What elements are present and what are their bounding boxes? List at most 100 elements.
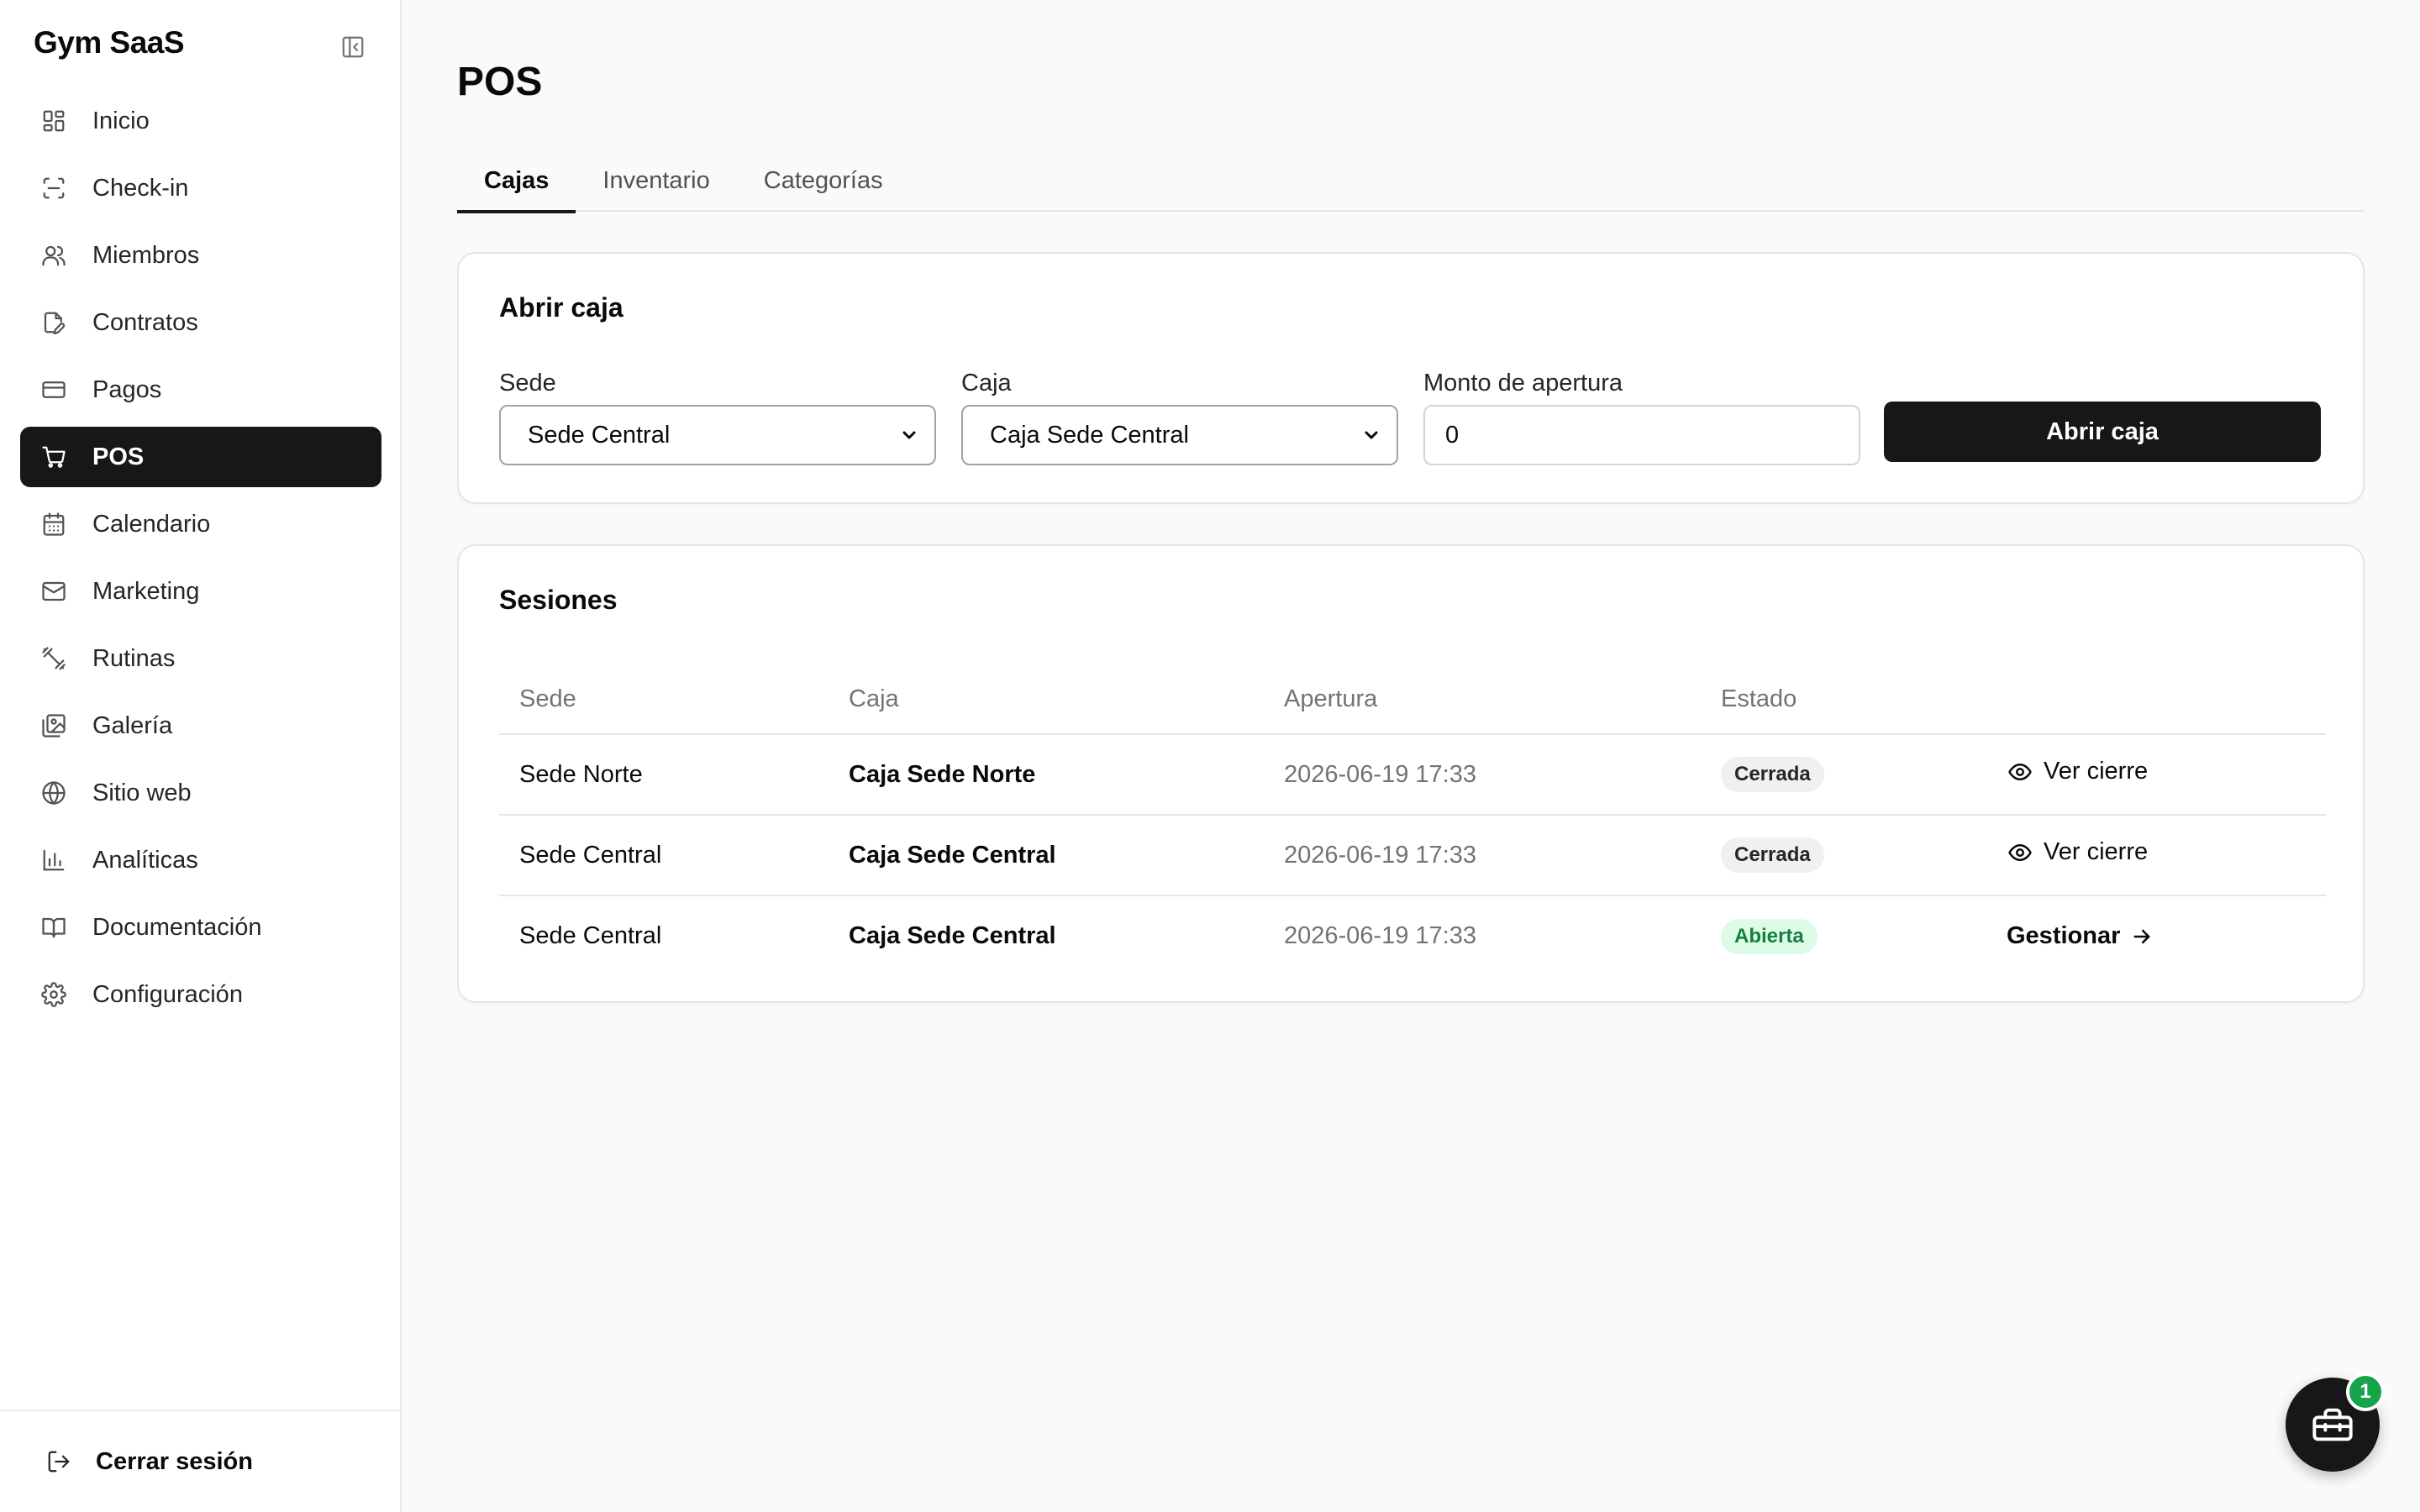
status-badge: Cerrada <box>1721 837 1824 873</box>
calendar-icon <box>40 511 67 538</box>
logout-icon <box>45 1448 72 1475</box>
sidebar-nav: Inicio Check-in Miembros Contratos Pagos… <box>20 91 381 1032</box>
main-content: POS Cajas Inventario Categorías Abrir ca… <box>402 0 2420 1512</box>
brand-title: Gym SaaS <box>34 25 185 60</box>
open-register-card: Abrir caja Sede Sede Central Caja Caja S… <box>457 252 2365 504</box>
monto-label: Monto de apertura <box>1423 370 1623 396</box>
sessions-title: Sesiones <box>499 585 618 615</box>
manage-button[interactable]: Gestionar <box>2007 922 2155 950</box>
table-row: Sede Central Caja Sede Central 2026-06-1… <box>499 895 2326 976</box>
bar-chart-icon <box>40 847 67 874</box>
collapse-sidebar-button[interactable] <box>339 34 366 60</box>
sidebar-item-contratos[interactable]: Contratos <box>20 292 381 353</box>
dumbbell-icon <box>40 645 67 672</box>
cell-action: Ver cierre <box>1986 815 2326 896</box>
sede-select-value: Sede Central <box>528 421 671 449</box>
table-header-row: Sede Caja Apertura Estado <box>499 665 2326 735</box>
cell-estado: Cerrada <box>1701 815 1986 896</box>
sidebar-item-pos[interactable]: POS <box>20 427 381 487</box>
tab-bar: Cajas Inventario Categorías <box>457 150 2365 213</box>
eye-icon <box>2007 759 2033 785</box>
cell-apertura: 2026-06-19 17:33 <box>1264 815 1701 896</box>
sidebar-item-pagos[interactable]: Pagos <box>20 360 381 420</box>
sidebar-item-label: Contratos <box>92 308 198 336</box>
view-closing-button[interactable]: Ver cierre <box>2007 838 2148 866</box>
sidebar-item-label: Check-in <box>92 174 189 202</box>
globe-icon <box>40 780 67 806</box>
sidebar-item-analiticas[interactable]: Analíticas <box>20 830 381 890</box>
action-label: Ver cierre <box>2044 758 2149 785</box>
sidebar-item-label: Documentación <box>92 913 262 941</box>
cell-action: Ver cierre <box>1986 734 2326 816</box>
sidebar-item-label: POS <box>92 443 145 470</box>
sidebar-item-label: Miembros <box>92 241 200 269</box>
sidebar-item-inicio[interactable]: Inicio <box>20 91 381 151</box>
monto-input-value: 0 <box>1445 421 1460 449</box>
monto-input[interactable]: 0 <box>1423 405 1860 465</box>
gallery-icon <box>40 712 67 739</box>
toolbox-icon <box>2312 1408 2353 1441</box>
column-header-apertura: Apertura <box>1264 665 1701 735</box>
cell-apertura: 2026-06-19 17:33 <box>1264 734 1701 816</box>
view-closing-button[interactable]: Ver cierre <box>2007 758 2148 785</box>
mail-icon <box>40 578 67 605</box>
shopping-cart-icon <box>40 444 67 470</box>
tab-inventario[interactable]: Inventario <box>576 150 736 212</box>
book-icon <box>40 914 67 941</box>
sidebar-item-calendario[interactable]: Calendario <box>20 494 381 554</box>
sidebar-item-label: Configuración <box>92 980 243 1008</box>
sidebar-item-label: Analíticas <box>92 846 198 874</box>
sidebar-item-label: Rutinas <box>92 644 176 672</box>
grid-icon <box>40 108 67 134</box>
sidebar-item-galeria[interactable]: Galería <box>20 696 381 756</box>
table-row: Sede Central Caja Sede Central 2026-06-1… <box>499 815 2326 896</box>
sidebar-item-label: Calendario <box>92 510 211 538</box>
cell-estado: Abierta <box>1701 895 1986 976</box>
sidebar: Gym SaaS Inicio Check-in Miembros Contra… <box>0 0 402 1512</box>
caja-select[interactable]: Caja Sede Central <box>961 405 1398 465</box>
column-header-caja: Caja <box>829 665 1264 735</box>
notification-count-badge: 1 <box>2346 1373 2385 1411</box>
cell-action: Gestionar <box>1986 895 2326 976</box>
sede-label: Sede <box>499 370 556 396</box>
column-header-sede: Sede <box>499 665 829 735</box>
logout-button[interactable]: Cerrar sesión <box>20 1435 381 1488</box>
cell-caja: Caja Sede Central <box>829 815 1264 896</box>
sidebar-item-miembros[interactable]: Miembros <box>20 225 381 286</box>
scan-icon <box>40 175 67 202</box>
page-title: POS <box>457 60 543 104</box>
status-badge: Abierta <box>1721 918 1818 954</box>
open-register-button[interactable]: Abrir caja <box>1884 402 2321 462</box>
caja-label: Caja <box>961 370 1012 396</box>
cell-apertura: 2026-06-19 17:33 <box>1284 922 1476 949</box>
file-edit-icon <box>40 309 67 336</box>
sidebar-item-sitio-web[interactable]: Sitio web <box>20 763 381 823</box>
tab-cajas[interactable]: Cajas <box>457 150 576 213</box>
sidebar-item-label: Sitio web <box>92 779 192 806</box>
cell-caja: Caja Sede Central <box>849 922 1056 949</box>
sidebar-item-check-in[interactable]: Check-in <box>20 158 381 218</box>
table-row: Sede Norte Caja Sede Norte 2026-06-19 17… <box>499 734 2326 816</box>
users-icon <box>40 242 67 269</box>
chevron-down-icon <box>902 431 916 439</box>
sidebar-item-configuracion[interactable]: Configuración <box>20 964 381 1025</box>
sidebar-item-documentacion[interactable]: Documentación <box>20 897 381 958</box>
sede-select[interactable]: Sede Central <box>499 405 936 465</box>
eye-icon <box>2007 839 2033 866</box>
column-header-actions <box>1986 665 2326 735</box>
action-label: Gestionar <box>2007 922 2121 949</box>
sidebar-item-rutinas[interactable]: Rutinas <box>20 628 381 689</box>
credit-card-icon <box>40 376 67 403</box>
sidebar-item-label: Pagos <box>92 375 162 403</box>
tab-categorias[interactable]: Categorías <box>737 150 910 212</box>
sidebar-item-label: Galería <box>92 711 173 739</box>
sidebar-item-label: Inicio <box>92 107 150 134</box>
arrow-right-icon <box>2128 923 2155 950</box>
column-header-estado: Estado <box>1701 665 1986 735</box>
logout-label: Cerrar sesión <box>96 1447 253 1475</box>
caja-select-value: Caja Sede Central <box>990 421 1189 449</box>
cell-sede: Sede Central <box>499 815 829 896</box>
sede-field: Sede Sede Central <box>499 370 936 465</box>
sidebar-item-marketing[interactable]: Marketing <box>20 561 381 622</box>
open-register-title: Abrir caja <box>499 292 623 323</box>
